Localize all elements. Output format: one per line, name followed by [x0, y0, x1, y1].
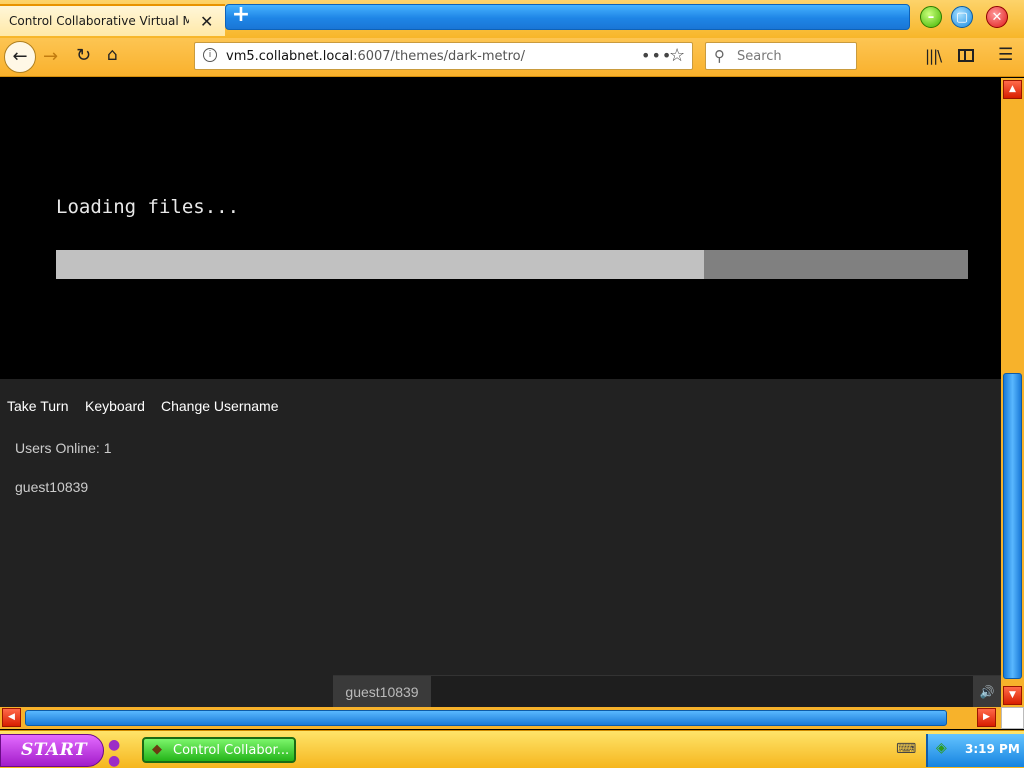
change-username-button[interactable]: Change Username [161, 398, 279, 414]
sidebar-toggle-icon[interactable] [958, 49, 974, 62]
scroll-left-arrow-icon[interactable]: ◀ [2, 708, 21, 727]
page-viewport: Loading files... Take Turn Keyboard Chan… [0, 78, 1001, 707]
search-placeholder: Search [737, 49, 782, 64]
search-icon: ⚲ [714, 47, 725, 65]
browser-window-icon: ◆ [152, 742, 162, 757]
progress-fill [56, 250, 704, 279]
chat-username-label: guest10839 [333, 676, 431, 707]
users-online-count: Users Online: 1 [15, 440, 112, 456]
library-icon[interactable]: |||\ [925, 47, 942, 65]
taskbar-window-label: Control Collabor... [173, 743, 290, 758]
scroll-up-arrow-icon[interactable]: ▲ [1003, 80, 1022, 99]
start-decoration-icon: ● ● [108, 737, 121, 768]
system-tray: ◈ 3:19 PM [926, 734, 1024, 767]
control-panel: Take Turn Keyboard Change Username Users… [0, 379, 1001, 707]
url-host: vm5.collabnet.local [226, 49, 354, 64]
loading-progress-bar [56, 250, 968, 279]
clock[interactable]: 3:19 PM [965, 742, 1020, 756]
browser-tabstrip: Control Collaborative Virtual Ma ✕ + – ▢… [0, 0, 1024, 38]
new-tab-button[interactable]: + [230, 4, 252, 27]
maximize-button[interactable]: ▢ [951, 6, 973, 28]
address-bar[interactable]: i vm5.collabnet.local:6007/themes/dark-m… [194, 42, 693, 70]
minimize-button[interactable]: – [920, 6, 942, 28]
horizontal-scrollbar[interactable]: ◀ ▶ [0, 707, 1001, 729]
keyboard-layout-icon[interactable]: ⌨ [896, 741, 916, 757]
scroll-right-arrow-icon[interactable]: ▶ [977, 708, 996, 727]
tab-close-icon[interactable]: ✕ [200, 12, 213, 31]
chat-bar: guest10839 🔊 [333, 675, 1001, 707]
take-turn-button[interactable]: Take Turn [7, 398, 68, 414]
search-input[interactable]: ⚲ Search [705, 42, 857, 70]
start-label: START [21, 740, 88, 760]
tab-title: Control Collaborative Virtual Ma [9, 14, 189, 28]
close-window-button[interactable]: ✕ [986, 6, 1008, 28]
horizontal-scroll-thumb[interactable] [25, 710, 947, 726]
minimize-icon: – [927, 10, 935, 25]
loading-text: Loading files... [56, 196, 240, 218]
close-icon: ✕ [991, 10, 1003, 25]
hamburger-menu-icon[interactable]: ☰ [998, 45, 1013, 65]
tabbar-background [225, 4, 910, 30]
navigation-toolbar: ← → ↻ ⌂ i vm5.collabnet.local:6007/theme… [0, 38, 1024, 77]
taskbar: START ● ● ◆ Control Collabor... ⌨ ◈ 3:19 … [0, 730, 1024, 768]
home-button[interactable]: ⌂ [107, 45, 118, 65]
bookmark-star-icon[interactable]: ☆ [669, 45, 685, 66]
back-button[interactable]: ← [4, 41, 36, 73]
start-button[interactable]: START [0, 734, 104, 767]
scrollbar-corner [1001, 707, 1024, 729]
forward-button[interactable]: → [43, 46, 58, 67]
vm-display[interactable]: Loading files... [0, 78, 1001, 379]
url-path: :6007/themes/dark-metro/ [353, 49, 525, 64]
reload-button[interactable]: ↻ [76, 45, 91, 66]
scroll-down-arrow-icon[interactable]: ▼ [1003, 686, 1022, 705]
tab-active[interactable]: Control Collaborative Virtual Ma ✕ [0, 4, 225, 36]
url-text[interactable]: vm5.collabnet.local:6007/themes/dark-met… [226, 49, 525, 64]
info-icon[interactable]: i [203, 48, 217, 62]
sound-icon[interactable]: 🔊 [973, 676, 1001, 707]
maximize-icon: ▢ [955, 10, 969, 25]
page-actions-icon[interactable]: ••• [641, 46, 672, 65]
vertical-scroll-thumb[interactable] [1003, 373, 1022, 679]
network-icon[interactable]: ◈ [936, 740, 947, 756]
chat-input[interactable] [433, 676, 971, 707]
vertical-scrollbar[interactable]: ▲ ▼ [1001, 78, 1024, 707]
user-list-item: guest10839 [15, 479, 89, 495]
taskbar-window-button[interactable]: ◆ Control Collabor... [142, 737, 296, 763]
keyboard-button[interactable]: Keyboard [85, 398, 145, 414]
